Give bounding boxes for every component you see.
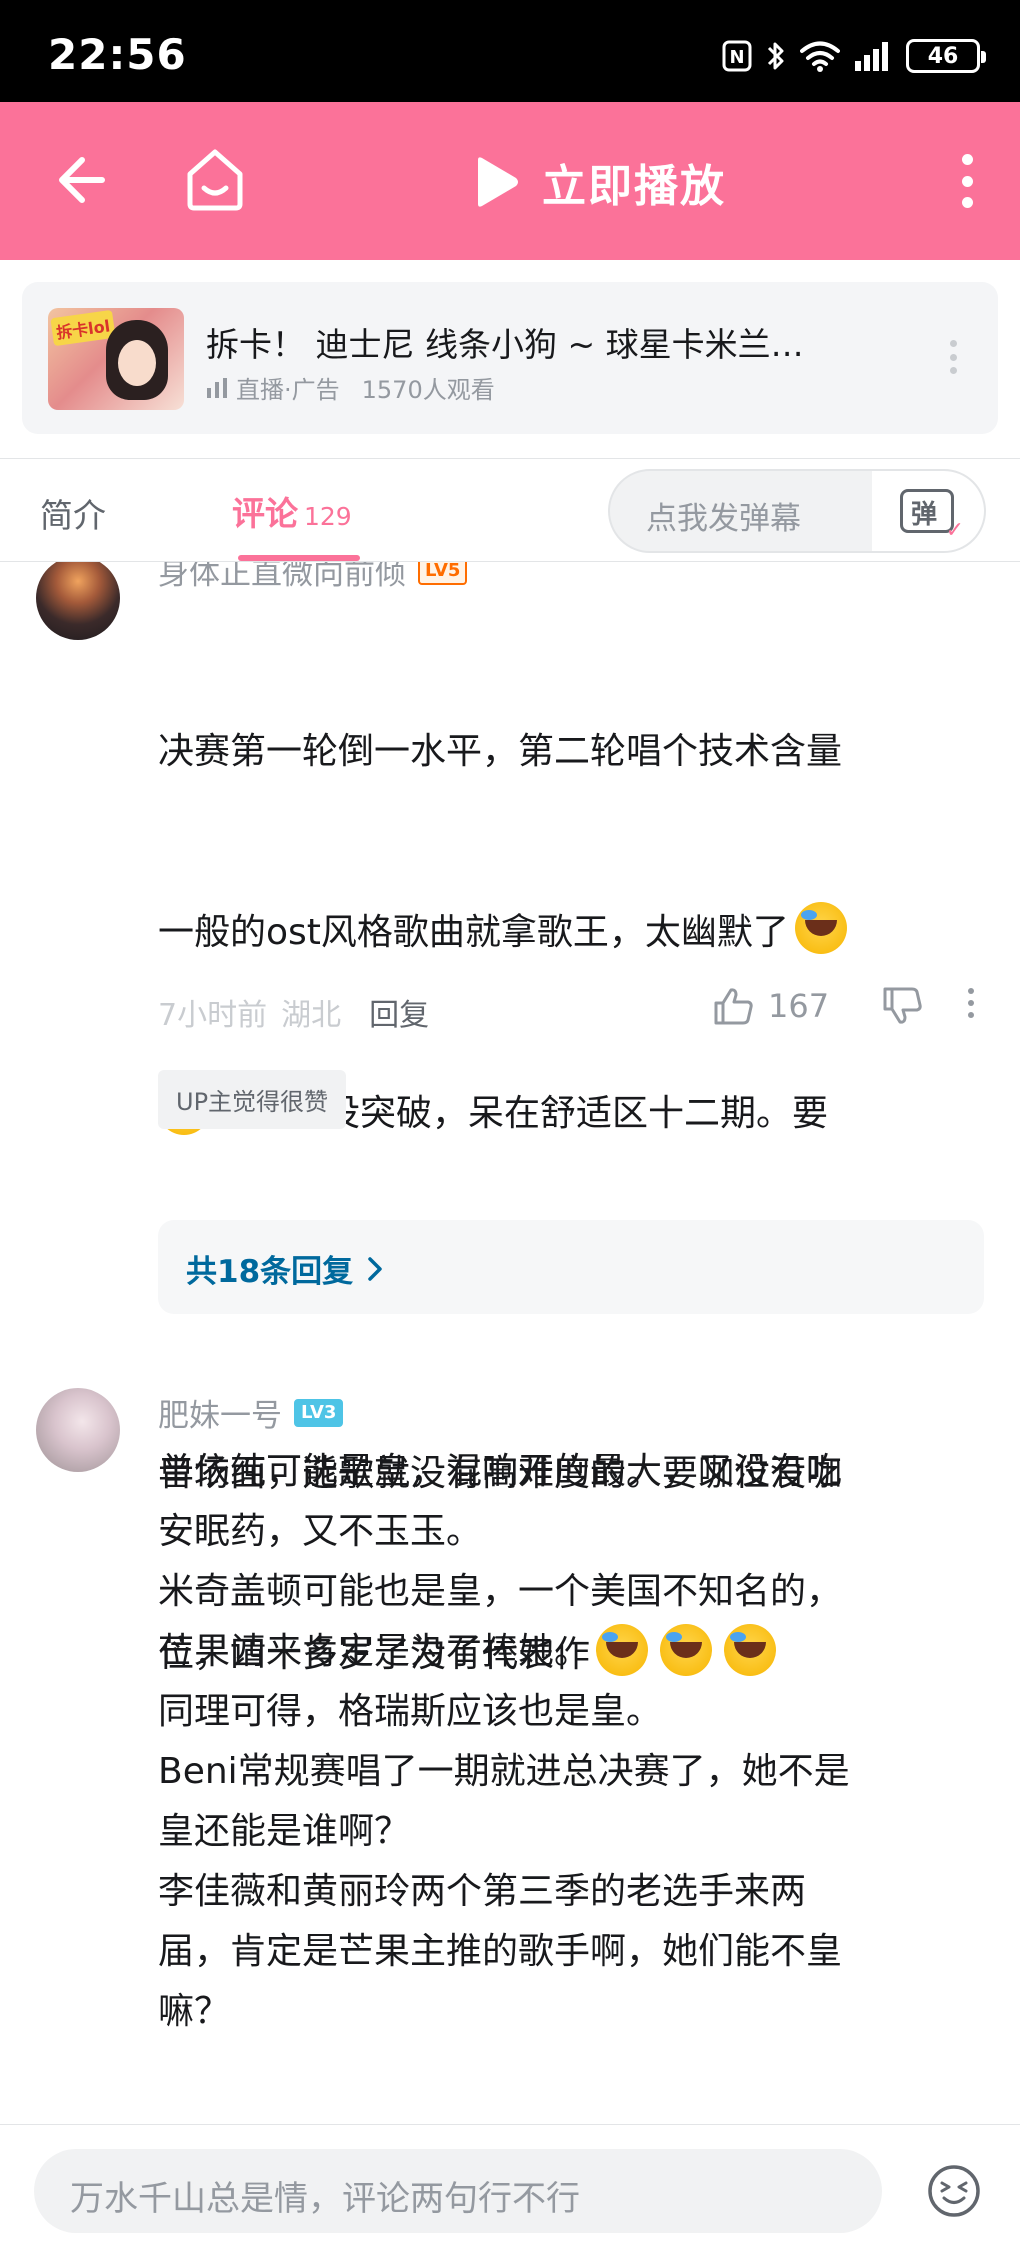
level-badge: LV3 [294,1398,344,1427]
replies-link: 共18条回复 [186,1246,383,1291]
danmaku-placeholder: 点我发弹幕 [646,501,801,537]
ad-viewers: 1570人观看 [361,376,495,404]
bluetooth-icon [767,42,784,70]
comment-item: 身体正直微向前倾 LV5 决赛第一轮倒一水平，第二轮唱个技术含量 一般的ost风… [0,562,1020,1676]
comment-username[interactable]: 身体正直微向前倾 LV5 [158,562,468,593]
svg-text:N: N [729,47,744,68]
live-bars-icon [207,377,227,398]
battery-icon: 46 [906,39,986,73]
username-text: 身体正直微向前倾 [158,562,406,592]
ad-more-icon[interactable] [950,340,958,374]
danmaku-icon-char: 弹 [911,500,938,530]
level-badge: LV5 [418,562,468,585]
laughing-emoji-icon [794,902,847,954]
status-bar: 22:56 N 46 [0,0,1020,102]
comment-more-icon[interactable] [968,988,974,1018]
comment-line: 决赛第一轮倒一水平，第二轮唱个技术含量 [158,731,843,772]
tab-comments-count: 129 [304,502,352,531]
comment-list[interactable]: 身体正直微向前倾 LV5 决赛第一轮倒一水平，第二轮唱个技术含量 一般的ost风… [0,562,1020,2124]
active-tab-indicator [238,555,360,561]
status-time: 22:56 [48,30,187,79]
view-replies-button[interactable]: 共18条回复 [158,1220,984,1314]
top-header: 立即播放 [0,102,1020,260]
chevron-right-icon [368,1256,382,1281]
comment-input-placeholder: 万水千山总是情，评论两句行不行 [70,2179,580,2219]
ad-type-label: 直播·广告 [236,376,340,404]
more-options-icon[interactable] [960,154,974,208]
comment-text: 单依纯可能是皇，混响开的最大，又没有吃 安眠药，又不玉玉。 米奇盖顿可能也是皇，… [158,1451,850,2032]
signal-icon [855,42,888,71]
ad-thumbnail: 拆卡lol [48,308,184,410]
play-now-button[interactable]: 立即播放 [470,150,726,214]
thumbs-up-icon[interactable] [712,986,754,1026]
up-liked-badge: UP主觉得很赞 [158,1070,347,1129]
comment-location: 湖北 [281,998,342,1033]
battery-level: 46 [927,43,959,69]
home-icon[interactable] [184,146,246,212]
thumbs-down-icon[interactable] [881,986,923,1026]
play-now-label: 立即播放 [542,161,726,212]
ad-meta: 直播·广告 1570人观看 [206,370,495,405]
wifi-icon [800,41,840,72]
emoji-icon[interactable] [926,2163,982,2219]
status-icons: N 46 [722,36,986,76]
danmaku-input[interactable]: 点我发弹幕 弹 ✓ [608,469,986,553]
comment-line: 一般的ost风格歌曲就拿歌王，太幽默了 [158,912,789,953]
danmaku-icon: 弹 ✓ [900,485,964,543]
back-arrow-icon[interactable] [52,152,108,208]
tab-comments-label: 评论 [232,494,298,533]
ad-thumbnail-person [106,320,168,400]
tab-bar: 简介 评论 129 点我发弹幕 弹 ✓ [0,458,1020,562]
comment-input[interactable]: 万水千山总是情，评论两句行不行 [34,2149,882,2233]
comment-meta: 7小时前 湖北 回复 [158,990,429,1034]
like-group: 167 [712,986,923,1026]
like-count: 167 [768,987,830,1025]
comment-item: 肥妹一号 LV3 单依纯可能是皇，混响开的最大，又没有吃 安眠药，又不玉玉。 米… [0,1388,1020,2124]
reply-button[interactable]: 回复 [369,990,429,1034]
nfc-icon: N [722,40,752,72]
replies-count-label: 共18条回复 [186,1254,354,1290]
comment-username[interactable]: 肥妹一号 LV3 [158,1390,344,1435]
ad-thumbnail-tag: 拆卡lol [50,309,116,347]
live-ad-card[interactable]: 拆卡lol 拆卡！ 迪士尼 线条小狗 ~ 球星卡米兰… 直播·广告 1570人观… [22,282,998,434]
comment-time: 7小时前 [158,998,268,1033]
bottom-comment-bar: 万水千山总是情，评论两句行不行 [0,2124,1020,2250]
tab-intro[interactable]: 简介 [40,489,106,537]
avatar[interactable] [36,562,120,640]
ad-title: 拆卡！ 迪士尼 线条小狗 ~ 球星卡米兰… [206,325,804,364]
danmaku-toggle-button[interactable]: 弹 ✓ [872,471,984,551]
username-text: 肥妹一号 [158,1398,282,1434]
play-icon [478,157,518,207]
tab-comments[interactable]: 评论 129 [232,487,352,535]
avatar[interactable] [36,1388,120,1472]
comment-line-with-emoji: 一般的ost风格歌曲就拿歌王，太幽默了 [158,902,978,963]
